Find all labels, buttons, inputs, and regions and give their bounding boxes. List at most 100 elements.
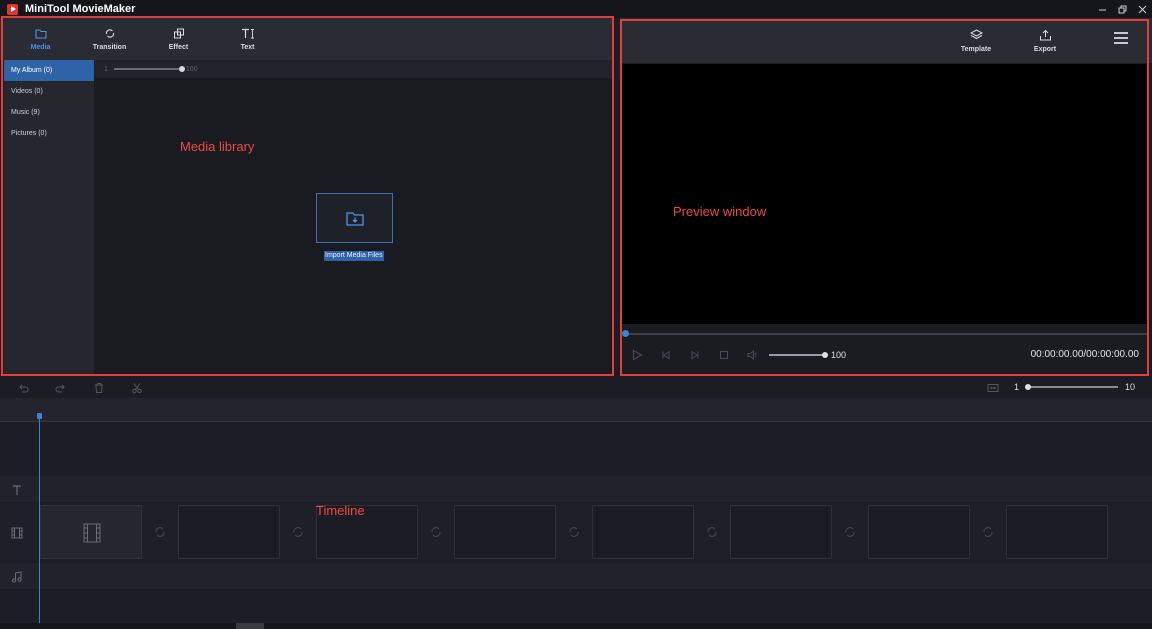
seek-knob[interactable] <box>622 330 629 337</box>
track-upper-area <box>0 423 1152 475</box>
window-controls <box>1092 0 1152 18</box>
timeline-ruler[interactable] <box>0 398 1152 422</box>
export-label: Export <box>1033 45 1057 53</box>
minimize-button[interactable] <box>1092 0 1112 18</box>
timecode: 00:00:00.00/00:00:00.00 <box>1030 349 1139 360</box>
preview-window-annotation: Preview window <box>673 204 767 219</box>
undo-button[interactable] <box>17 381 29 393</box>
transition-slot[interactable] <box>704 524 720 540</box>
transition-slot[interactable] <box>428 524 444 540</box>
split-button[interactable] <box>131 381 143 394</box>
previous-frame-icon <box>662 350 669 360</box>
transition-slot-icon <box>983 527 993 537</box>
timeline-zoom-slider[interactable] <box>1025 383 1119 390</box>
play-button[interactable] <box>622 349 651 361</box>
speaker-icon <box>747 350 756 360</box>
stop-button[interactable] <box>709 350 738 360</box>
clip-slot[interactable] <box>454 505 556 559</box>
transition-icon <box>105 28 114 38</box>
timeline-scroll-thumb[interactable] <box>236 623 264 629</box>
tab-transition-label: Transition <box>92 43 127 51</box>
music-track[interactable] <box>0 563 1152 589</box>
next-frame-button[interactable] <box>680 350 709 360</box>
clip-slot[interactable] <box>592 505 694 559</box>
redo-button[interactable] <box>55 381 67 393</box>
track-lower-area <box>0 590 1152 623</box>
clip-slot[interactable] <box>730 505 832 559</box>
preview-screen <box>622 64 1148 324</box>
import-folder-icon <box>345 211 364 226</box>
fit-timeline-button[interactable] <box>987 381 999 393</box>
previous-frame-button[interactable] <box>651 350 680 360</box>
playhead-handle[interactable] <box>37 413 42 419</box>
transition-slot[interactable] <box>566 524 582 540</box>
text-track-icon <box>11 483 23 495</box>
timeline-scrollbar[interactable] <box>0 623 1152 629</box>
playhead[interactable] <box>39 414 40 624</box>
video-track-icon <box>11 526 23 539</box>
transition-slot-icon <box>293 527 303 537</box>
seek-bar[interactable] <box>622 330 1148 337</box>
volume-knob[interactable] <box>822 351 828 358</box>
sidebar-item-videos[interactable]: Videos (0) <box>4 81 94 102</box>
tab-transition[interactable]: Transition <box>75 18 144 60</box>
thumb-size-max: 100 <box>185 65 198 73</box>
timeline-zoom-max: 10 <box>1125 382 1136 392</box>
minimize-icon <box>1098 9 1106 10</box>
clip-slot[interactable] <box>40 505 142 559</box>
effect-icon <box>173 28 184 38</box>
timeline-zoom-min: 1 <box>1014 382 1020 392</box>
folder-icon <box>34 28 47 39</box>
scissors-icon <box>132 383 142 394</box>
timeline-zoom: 1 10 <box>1014 376 1135 398</box>
transition-slot-icon <box>845 527 855 537</box>
thumbnail-size-knob[interactable] <box>178 66 185 72</box>
tab-text[interactable]: Text <box>213 18 282 60</box>
tab-effect[interactable]: Effect <box>144 18 213 60</box>
player-controls: 100 00:00:00.00/00:00:00.00 <box>620 343 1152 367</box>
transition-slot[interactable] <box>842 524 858 540</box>
transition-slot-icon <box>707 527 717 537</box>
restore-button[interactable] <box>1112 0 1132 18</box>
delete-button[interactable] <box>93 381 105 393</box>
sidebar-item-my-album[interactable]: My Album (0) <box>4 60 94 81</box>
timeline-zoom-knob[interactable] <box>1025 383 1032 390</box>
volume-button[interactable] <box>738 350 767 360</box>
menu-icon <box>1114 32 1128 34</box>
clip-slot[interactable] <box>178 505 280 559</box>
clip-slot[interactable] <box>1006 505 1108 559</box>
template-button[interactable]: Template <box>946 18 1006 63</box>
music-track-icon <box>11 570 23 583</box>
redo-icon <box>55 384 65 393</box>
app-logo-icon <box>7 3 18 15</box>
text-track[interactable] <box>0 476 1152 502</box>
fit-icon <box>987 384 999 392</box>
film-clip-icon <box>83 523 101 543</box>
close-button[interactable] <box>1132 0 1152 18</box>
tab-media[interactable]: Media <box>6 18 75 60</box>
clip-slot[interactable] <box>868 505 970 559</box>
transition-slot-icon <box>431 527 441 537</box>
transition-slot[interactable] <box>980 524 996 540</box>
close-icon <box>1138 5 1146 13</box>
preview-panel: Template Export 100 00:00:00.00/00:00:00… <box>620 18 1152 376</box>
layers-icon <box>969 28 983 39</box>
export-icon <box>1039 29 1051 40</box>
stop-icon <box>719 351 728 359</box>
media-library-panel: Media Transition Effect Text My Album (0… <box>0 18 614 376</box>
import-media-button[interactable] <box>316 193 393 243</box>
volume-slider[interactable] <box>769 351 828 358</box>
title-bar: MiniTool MovieMaker <box>0 0 1152 18</box>
timeline-annotation: Timeline <box>316 503 365 518</box>
text-icon <box>241 28 254 38</box>
tab-text-label: Text <box>240 43 255 51</box>
transition-slot[interactable] <box>152 524 168 540</box>
menu-button[interactable] <box>1114 32 1128 44</box>
thumbnail-size-slider[interactable] <box>113 66 185 72</box>
sidebar-item-pictures[interactable]: Pictures (0) <box>4 123 94 144</box>
transition-slot-icon <box>569 527 579 537</box>
undo-icon <box>19 384 29 393</box>
transition-slot[interactable] <box>290 524 306 540</box>
sidebar-item-music[interactable]: Music (9) <box>4 102 94 123</box>
export-button[interactable]: Export <box>1015 18 1075 63</box>
